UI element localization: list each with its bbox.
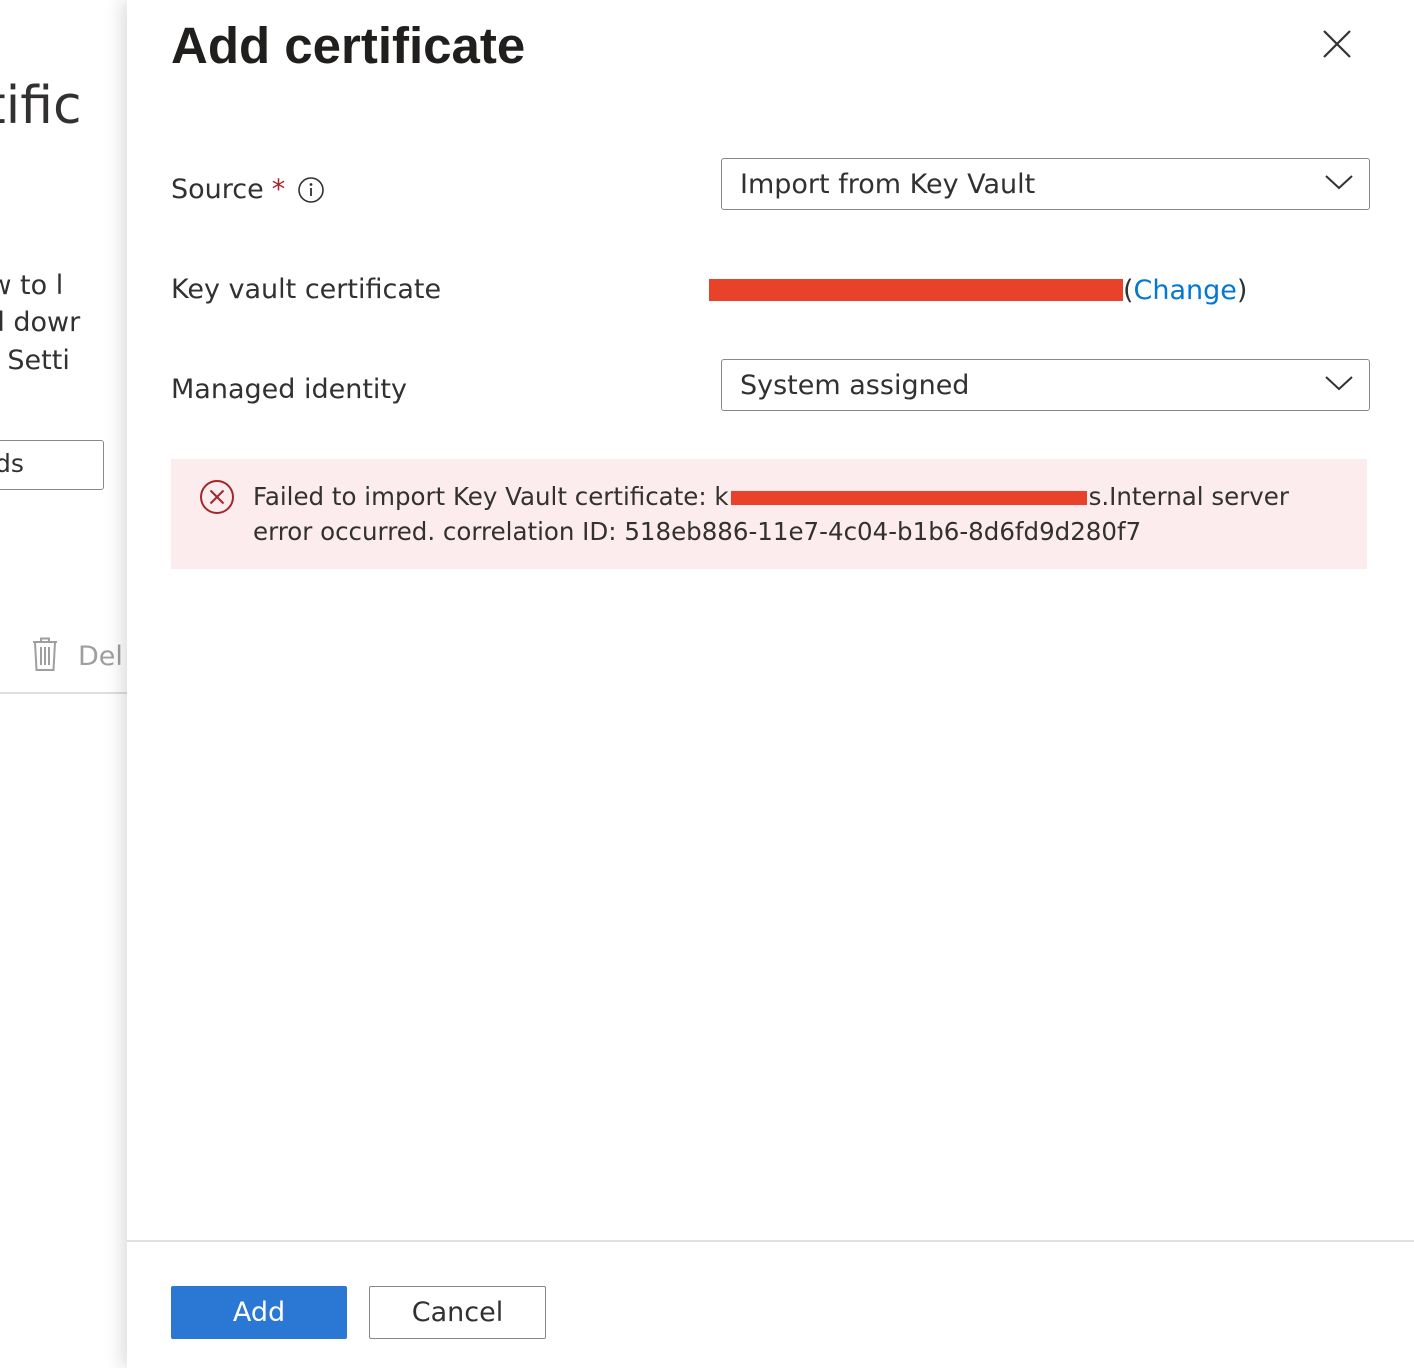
source-dropdown-value: Import from Key Vault (740, 168, 1036, 200)
source-dropdown[interactable]: Import from Key Vault (721, 158, 1370, 210)
panel-title: Add certificate (171, 17, 526, 74)
key-vault-certificate-value: ( Change ) (709, 270, 1247, 310)
add-certificate-panel: Add certificate Source * Import from Key… (127, 0, 1414, 1368)
background-page: ertific d how to l anual dowr l App Sett… (0, 0, 127, 1368)
change-link[interactable]: Change (1134, 275, 1237, 306)
cancel-button[interactable]: Cancel (369, 1286, 546, 1339)
chevron-down-icon (1325, 375, 1353, 395)
redacted-certificate-name (730, 491, 1087, 505)
background-delete-label: Del (78, 640, 123, 672)
close-button[interactable] (1315, 24, 1359, 68)
chevron-down-icon (1325, 174, 1353, 194)
background-divider (0, 692, 127, 694)
close-paren: ) (1236, 274, 1248, 306)
managed-identity-label: Managed identity (171, 370, 407, 410)
source-label: Source * (171, 170, 325, 210)
redacted-certificate-name (709, 279, 1123, 301)
add-button[interactable]: Add (171, 1286, 347, 1339)
key-vault-certificate-label: Key vault certificate (171, 270, 441, 310)
key-vault-certificate-label-text: Key vault certificate (171, 274, 442, 305)
background-text-line: l App Setti (0, 345, 70, 376)
info-icon[interactable] (297, 176, 325, 204)
open-paren: ( (1123, 274, 1134, 306)
trash-icon (30, 636, 60, 676)
managed-identity-label-text: Managed identity (171, 374, 407, 405)
background-text-line: d how to l (0, 270, 64, 301)
source-label-text: Source (171, 174, 264, 205)
screen: ertific d how to l anual dowr l App Sett… (0, 0, 1414, 1368)
background-page-title: ertific (0, 76, 82, 136)
background-delete-button[interactable]: Del (30, 634, 123, 678)
footer-divider (127, 1240, 1414, 1242)
managed-identity-dropdown-value: System assigned (740, 369, 970, 401)
background-text-line: anual dowr (0, 307, 81, 338)
required-marker: * (271, 174, 286, 205)
error-message-text: Failed to import Key Vault certificate: … (253, 479, 1333, 549)
managed-identity-dropdown[interactable]: System assigned (721, 359, 1370, 411)
background-input[interactable]: ds (0, 440, 104, 490)
error-circle-icon (199, 479, 235, 519)
close-icon (1322, 29, 1352, 63)
error-message-prefix: Failed to import Key Vault certificate: … (253, 482, 729, 511)
error-message-bar: Failed to import Key Vault certificate: … (171, 459, 1367, 569)
